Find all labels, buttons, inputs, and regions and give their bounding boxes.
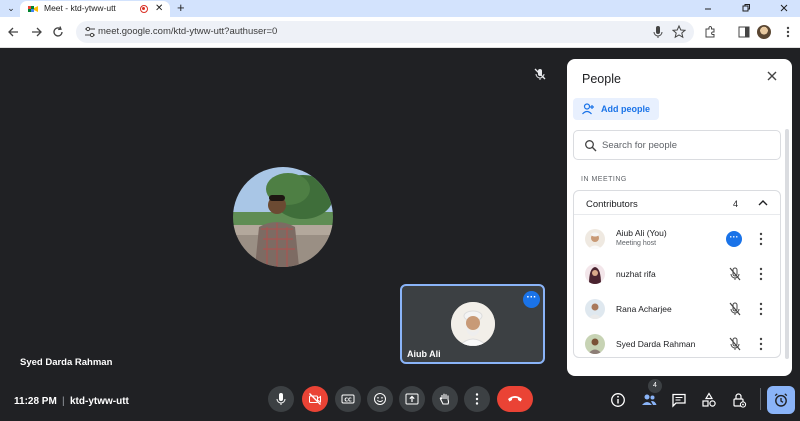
panel-scrollbar[interactable] bbox=[785, 129, 789, 359]
lock-icon[interactable] bbox=[731, 392, 747, 408]
panel-close-icon[interactable] bbox=[765, 69, 779, 83]
more-options-button[interactable] bbox=[464, 386, 490, 412]
people-count-badge: 4 bbox=[648, 379, 662, 393]
self-tile-more-button[interactable]: ··· bbox=[523, 291, 540, 308]
meeting-stage: Syed Darda Rahman ··· Aiub Ali People Ad… bbox=[0, 48, 800, 421]
mic-button[interactable] bbox=[268, 386, 294, 412]
meeting-time: 11:28 PM bbox=[14, 396, 57, 407]
info-icon[interactable] bbox=[610, 392, 626, 408]
tab-search-chevron-icon[interactable]: ⌄ bbox=[4, 1, 18, 15]
participant-avatar bbox=[585, 229, 605, 249]
recording-indicator-icon bbox=[140, 5, 148, 13]
people-panel: People Add people IN MEETING Contributor… bbox=[567, 59, 792, 376]
activities-icon[interactable] bbox=[701, 392, 717, 408]
participant-options-icon[interactable] bbox=[758, 232, 764, 246]
meet-favicon-icon bbox=[28, 6, 38, 12]
participant-row[interactable]: Aiub Ali (You) Meeting host ··· bbox=[574, 222, 780, 256]
add-people-label: Add people bbox=[601, 104, 650, 114]
contributors-label: Contributors bbox=[586, 199, 638, 210]
extensions-icon[interactable] bbox=[703, 25, 717, 39]
toolbar-divider bbox=[760, 388, 761, 410]
participant-more-icon[interactable]: ··· bbox=[726, 231, 742, 247]
participant-role: Meeting host bbox=[616, 240, 657, 247]
search-people-input[interactable] bbox=[602, 138, 772, 152]
contributors-header[interactable]: Contributors 4 bbox=[574, 191, 780, 215]
raise-hand-icon bbox=[439, 393, 450, 405]
camera-button[interactable] bbox=[302, 386, 328, 412]
participant-avatar bbox=[585, 334, 605, 354]
main-participant-avatar bbox=[233, 167, 333, 267]
window-close-icon[interactable] bbox=[779, 3, 789, 13]
restore-icon[interactable] bbox=[741, 3, 751, 13]
in-meeting-heading: IN MEETING bbox=[581, 176, 627, 183]
add-people-button[interactable]: Add people bbox=[573, 98, 659, 120]
muted-mic-icon bbox=[729, 302, 741, 316]
minimize-icon[interactable] bbox=[703, 3, 713, 13]
svg-text:CC: CC bbox=[344, 397, 352, 403]
site-info-icon[interactable] bbox=[84, 25, 96, 39]
host-controls-icon bbox=[774, 393, 788, 407]
participant-options-icon[interactable] bbox=[758, 302, 764, 316]
contributors-count: 4 bbox=[733, 199, 739, 209]
mic-permission-icon[interactable] bbox=[651, 24, 665, 40]
browser-toolbar: meet.google.com/ktd-ytww-utt?authuser=0 bbox=[0, 17, 800, 48]
new-tab-button[interactable]: + bbox=[177, 0, 185, 16]
emoji-icon bbox=[374, 393, 386, 405]
reload-icon[interactable] bbox=[51, 25, 65, 39]
tab-close-icon[interactable]: ✕ bbox=[155, 3, 163, 15]
participant-name: nuzhat rifa bbox=[616, 269, 656, 279]
add-person-icon bbox=[582, 103, 594, 115]
back-icon[interactable] bbox=[7, 25, 21, 39]
url-text: meet.google.com/ktd-ytww-utt?authuser=0 bbox=[98, 26, 278, 37]
participant-row[interactable]: Syed Darda Rahman bbox=[574, 327, 780, 361]
host-controls-button[interactable] bbox=[767, 386, 795, 414]
participant-options-icon[interactable] bbox=[758, 337, 764, 351]
present-button[interactable] bbox=[399, 386, 425, 412]
tab-title: Meet - ktd-ytww-utt bbox=[44, 3, 116, 13]
participant-name: Rana Acharjee bbox=[616, 304, 672, 314]
emoji-button[interactable] bbox=[367, 386, 393, 412]
search-icon bbox=[585, 140, 597, 152]
muted-mic-icon bbox=[534, 68, 546, 80]
muted-mic-icon bbox=[729, 267, 741, 281]
chrome-menu-icon[interactable] bbox=[781, 25, 795, 39]
participant-avatar bbox=[585, 299, 605, 319]
participant-name: Aiub Ali (You) bbox=[616, 228, 667, 238]
people-icon[interactable] bbox=[641, 392, 657, 408]
tab-meet[interactable]: Meet - ktd-ytww-utt ✕ bbox=[20, 1, 170, 17]
participant-options-icon[interactable] bbox=[758, 267, 764, 281]
participant-row[interactable]: Rana Acharjee bbox=[574, 292, 780, 326]
address-bar[interactable]: meet.google.com/ktd-ytww-utt?authuser=0 bbox=[76, 21, 694, 43]
search-people-field[interactable] bbox=[573, 130, 781, 160]
self-tile-name: Aiub Ali bbox=[407, 349, 441, 359]
time-separator: | bbox=[62, 396, 65, 407]
self-video-tile[interactable]: ··· Aiub Ali bbox=[400, 284, 545, 364]
participant-avatar bbox=[585, 264, 605, 284]
participant-name: Syed Darda Rahman bbox=[616, 339, 696, 349]
present-icon bbox=[405, 393, 419, 405]
leave-call-button[interactable] bbox=[497, 386, 533, 412]
participant-row[interactable]: nuzhat rifa bbox=[574, 257, 780, 291]
profile-avatar[interactable] bbox=[757, 25, 771, 39]
forward-icon[interactable] bbox=[29, 25, 43, 39]
camera-off-icon bbox=[309, 393, 321, 405]
tab-strip: ⌄ Meet - ktd-ytww-utt ✕ + bbox=[0, 0, 800, 17]
meeting-code: ktd-ytww-utt bbox=[70, 396, 129, 407]
chat-icon[interactable] bbox=[671, 392, 687, 408]
self-avatar bbox=[451, 302, 495, 346]
mic-icon bbox=[276, 393, 286, 405]
bookmark-star-icon[interactable] bbox=[672, 24, 686, 40]
muted-mic-icon bbox=[729, 337, 741, 351]
main-participant-name: Syed Darda Rahman bbox=[20, 357, 113, 368]
captions-icon: CC bbox=[341, 394, 355, 404]
chevron-up-icon[interactable] bbox=[757, 197, 769, 209]
captions-button[interactable]: CC bbox=[335, 386, 361, 412]
people-panel-title: People bbox=[582, 72, 621, 86]
raise-hand-button[interactable] bbox=[432, 386, 458, 412]
more-options-icon bbox=[475, 393, 479, 405]
contributors-group: Contributors 4 Aiub Ali (You) Meeting ho… bbox=[573, 190, 781, 358]
side-panel-icon[interactable] bbox=[737, 25, 751, 39]
end-call-icon bbox=[508, 396, 522, 402]
